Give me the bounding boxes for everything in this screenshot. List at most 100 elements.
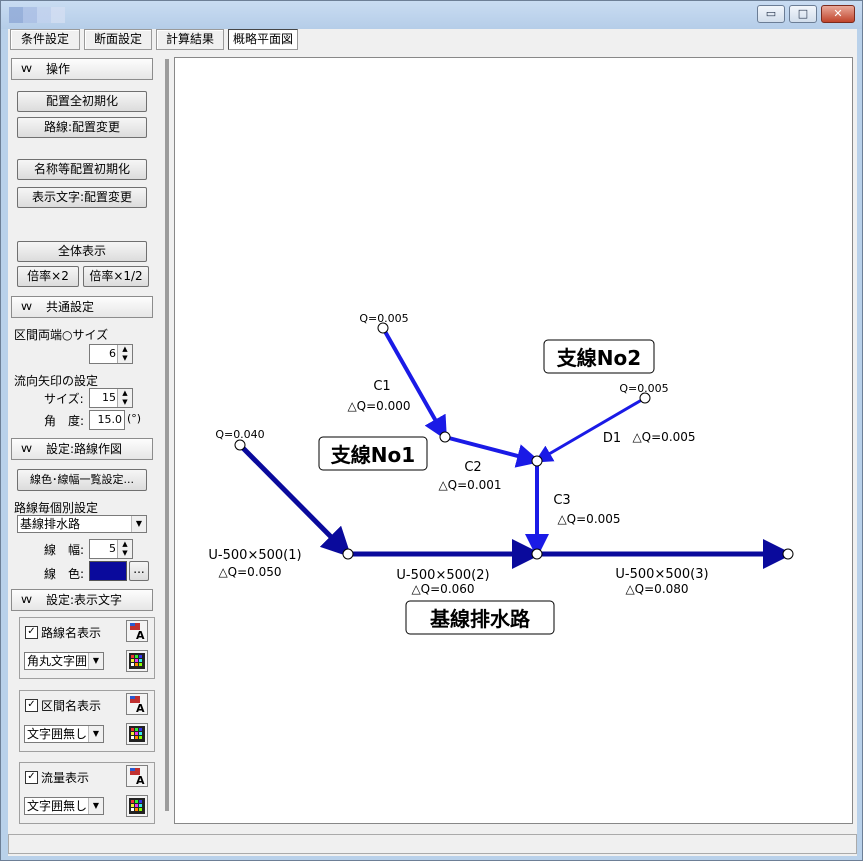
section-name-group: ✓ 区間名表示 A 文字囲無し ▼	[19, 690, 155, 752]
route-name-group: ✓ 路線名表示 A 角丸文字囲 ▼	[19, 617, 155, 679]
section-display-text[interactable]: ∨∨ 設定:表示文字	[11, 589, 153, 611]
dropdown-arrow-icon[interactable]: ▼	[131, 516, 146, 532]
spin-arrows-icon[interactable]: ▲ ▼	[117, 389, 132, 407]
route-frame-select[interactable]: 角丸文字囲 ▼	[24, 652, 104, 670]
delta-q-label: △Q=0.050	[218, 565, 281, 579]
route-segment-c2[interactable]	[444, 435, 541, 468]
line-color-label: 線 色:	[44, 567, 85, 581]
delta-q-label: △Q=0.000	[347, 399, 410, 413]
spin-arrows-icon[interactable]: ▲ ▼	[117, 540, 132, 558]
network-diagram: 支線No1 支線No2 基線排水路 Q=0.005 Q=0.005 Q=0.04…	[208, 312, 794, 635]
dropdown-arrow-icon[interactable]: ▼	[88, 798, 103, 814]
node-size-label: 区間両端○サイズ	[14, 328, 109, 342]
tab-plan-view[interactable]: 概略平面図	[228, 29, 298, 50]
section-name-label: 区間名表示	[41, 699, 102, 713]
section-name: C1	[373, 379, 390, 394]
chevron-down-icon: ∨∨	[20, 593, 33, 606]
font-settings-icon[interactable]: A	[126, 765, 148, 787]
minimize-button[interactable]: ▭	[757, 5, 785, 23]
tab-results[interactable]: 計算結果	[156, 29, 224, 50]
flow-frame-select[interactable]: 文字囲無し ▼	[24, 797, 104, 815]
flow-checkbox[interactable]: ✓	[25, 771, 38, 784]
section-name: U-500×500(3)	[615, 567, 708, 582]
route-layout-change-button[interactable]: 路線:配置変更	[17, 117, 147, 138]
section-operations[interactable]: ∨∨ 操作	[11, 58, 153, 80]
arrow-settings-label: 流向矢印の設定	[14, 374, 99, 388]
spin-arrows-icon[interactable]: ▲ ▼	[117, 345, 132, 363]
delta-q-label: △Q=0.080	[625, 582, 688, 596]
flow-label: 流量表示	[41, 771, 90, 785]
delta-q-label: △Q=0.001	[438, 478, 501, 492]
panel-scrollbar[interactable]	[165, 59, 169, 811]
node[interactable]	[342, 548, 354, 560]
line-color-swatch[interactable]	[89, 561, 127, 581]
arrow-angle-input[interactable]: 15.0	[89, 410, 125, 430]
color-width-list-button[interactable]: 線色･線幅一覧設定...	[17, 469, 147, 491]
color-palette-icon[interactable]	[126, 795, 148, 817]
flow-label: Q=0.040	[215, 428, 264, 441]
section-name: C3	[553, 493, 570, 508]
fit-all-button[interactable]: 全体表示	[17, 241, 147, 262]
reset-all-layout-button[interactable]: 配置全初期化	[17, 91, 147, 112]
svg-text:A: A	[136, 702, 145, 714]
node[interactable]	[782, 548, 794, 560]
line-width-spinner[interactable]: 5 ▲ ▼	[89, 539, 133, 559]
font-settings-icon[interactable]: A	[126, 620, 148, 642]
flow-label: Q=0.005	[619, 382, 668, 395]
chevron-down-icon: ∨∨	[20, 300, 33, 313]
zoom-out-button[interactable]: 倍率×1/2	[83, 266, 149, 287]
line-width-label: 線 幅:	[44, 543, 85, 557]
control-panel: ∨∨ 操作 配置全初期化 路線:配置変更 名称等配置初期化 表示文字:配置変更 …	[11, 54, 163, 826]
name-layout-reset-button[interactable]: 名称等配置初期化	[17, 159, 147, 180]
tab-cross-section[interactable]: 断面設定	[84, 29, 152, 50]
node-size-spinner[interactable]: 6 ▲ ▼	[89, 344, 133, 364]
dropdown-arrow-icon[interactable]: ▼	[88, 726, 103, 742]
font-settings-icon[interactable]: A	[126, 693, 148, 715]
route-name-label: 支線No1	[331, 443, 415, 467]
arrow-angle-label: 角 度:	[44, 414, 85, 428]
route-name-label: 基線排水路	[430, 607, 531, 631]
color-picker-button[interactable]: ...	[129, 561, 149, 581]
section-name-checkbox[interactable]: ✓	[25, 699, 38, 712]
delta-q-label: △Q=0.005	[632, 430, 695, 444]
close-button[interactable]: ✕	[821, 5, 855, 23]
arrow-size-label: サイズ:	[44, 392, 84, 406]
svg-text:A: A	[136, 629, 145, 641]
tab-conditions[interactable]: 条件設定	[10, 29, 80, 50]
client-area: 条件設定 断面設定 計算結果 概略平面図 ∨∨ 操作 配置全初期化 路線:配置変…	[8, 29, 857, 856]
arrow-size-spinner[interactable]: 15 ▲ ▼	[89, 388, 133, 408]
plan-view-canvas[interactable]: 支線No1 支線No2 基線排水路 Q=0.005 Q=0.005 Q=0.04…	[174, 57, 853, 824]
section-frame-select[interactable]: 文字囲無し ▼	[24, 725, 104, 743]
app-window: ▭ □ ✕ 条件設定 断面設定 計算結果 概略平面図 ∨∨ 操作 配置全初期化 …	[0, 0, 863, 861]
status-bar	[8, 834, 857, 854]
section-name: U-500×500(1)	[208, 548, 301, 563]
color-palette-icon[interactable]	[126, 723, 148, 745]
delta-q-label: △Q=0.005	[557, 512, 620, 526]
text-layout-change-button[interactable]: 表示文字:配置変更	[17, 187, 147, 208]
route-name-label: 路線名表示	[41, 626, 102, 640]
flow-label: Q=0.005	[359, 312, 408, 325]
node[interactable]	[439, 431, 451, 443]
svg-text:A: A	[136, 774, 145, 786]
node[interactable]	[531, 455, 543, 467]
node[interactable]	[234, 439, 246, 451]
chevron-down-icon: ∨∨	[20, 62, 33, 75]
angle-unit-label: (°)	[127, 412, 142, 425]
route-segment-d1[interactable]	[534, 396, 646, 463]
dropdown-arrow-icon[interactable]: ▼	[88, 653, 103, 669]
maximize-button[interactable]: □	[789, 5, 817, 23]
flow-group: ✓ 流量表示 A 文字囲無し ▼	[19, 762, 155, 824]
zoom-in-button[interactable]: 倍率×2	[17, 266, 79, 287]
section-common-settings[interactable]: ∨∨ 共通設定	[11, 296, 153, 318]
route-name-checkbox[interactable]: ✓	[25, 626, 38, 639]
route-segment-c1[interactable]	[381, 327, 447, 441]
delta-q-label: △Q=0.060	[411, 582, 474, 596]
section-name: C2	[464, 460, 481, 475]
color-palette-icon[interactable]	[126, 650, 148, 672]
node[interactable]	[531, 548, 543, 560]
title-bar: ▭ □ ✕	[1, 1, 862, 29]
route-select[interactable]: 基線排水路 ▼	[17, 515, 147, 533]
route-name-label: 支線No2	[557, 346, 641, 370]
section-route-drawing[interactable]: ∨∨ 設定:路線作図	[11, 438, 153, 460]
per-route-label: 路線毎個別設定	[14, 501, 99, 515]
